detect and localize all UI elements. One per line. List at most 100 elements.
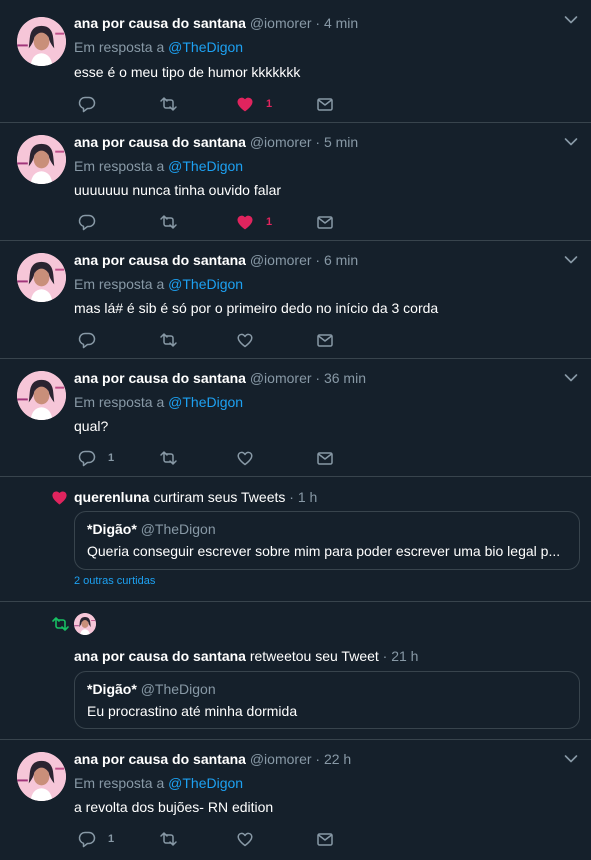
tweet-card[interactable]: ana por causa do santana @iomorer · 4 mi…	[0, 0, 591, 123]
reply-to-link[interactable]: @TheDigon	[168, 394, 243, 410]
retweet-button[interactable]	[158, 449, 178, 467]
reply-button[interactable]: 1	[78, 830, 114, 848]
reply-button[interactable]	[78, 331, 108, 349]
like-button[interactable]: 1	[236, 95, 272, 113]
tweet-time[interactable]: · 36 min	[315, 370, 366, 386]
tweet-time[interactable]: · 22 h	[315, 751, 351, 767]
reply-to-link[interactable]: @TheDigon	[168, 775, 243, 791]
chevron-down-icon[interactable]	[564, 255, 578, 265]
quoted-tweet[interactable]: *Digão* @TheDigon Queria conseguir escre…	[74, 511, 580, 570]
reply-prefix: Em resposta a	[74, 158, 165, 174]
reply-prefix: Em resposta a	[74, 775, 165, 791]
quoted-author-handle: @TheDigon	[140, 681, 216, 697]
author-name[interactable]: ana por causa do santana	[74, 134, 246, 150]
reply-context: Em resposta a @TheDigon	[74, 158, 243, 174]
reply-icon	[78, 450, 96, 467]
message-button[interactable]	[316, 213, 334, 231]
tweet-text: a revolta dos bujões- RN edition	[74, 799, 274, 815]
author-name[interactable]: ana por causa do santana	[74, 751, 246, 767]
reply-context: Em resposta a @TheDigon	[74, 394, 243, 410]
tweet-time[interactable]: · 5 min	[315, 134, 358, 150]
notification-user[interactable]: ana por causa do santana	[74, 648, 246, 664]
author-name[interactable]: ana por causa do santana	[74, 370, 246, 386]
chevron-down-icon[interactable]	[564, 15, 578, 25]
retweet-button[interactable]	[158, 830, 178, 848]
mail-icon	[317, 216, 333, 229]
message-button[interactable]	[316, 331, 334, 349]
tweet-card[interactable]: ana por causa do santana @iomorer · 22 h…	[0, 740, 591, 860]
mail-icon	[317, 452, 333, 465]
quoted-tweet-text: Queria conseguir escrever sobre mim para…	[87, 543, 561, 559]
chevron-down-icon[interactable]	[564, 137, 578, 147]
reply-prefix: Em resposta a	[74, 39, 165, 55]
tweet-card[interactable]: ana por causa do santana @iomorer · 36 m…	[0, 359, 591, 477]
notifications-feed: ana por causa do santana @iomorer · 4 mi…	[0, 0, 591, 860]
author-name[interactable]: ana por causa do santana	[74, 252, 246, 268]
notification-action: retweetou seu Tweet	[249, 648, 379, 664]
avatar[interactable]	[74, 613, 96, 635]
more-likes-link[interactable]: 2 outras curtidas	[74, 575, 155, 587]
tweet-text: qual?	[74, 418, 109, 434]
like-button[interactable]	[236, 331, 266, 349]
tweet-actions: 1	[74, 830, 344, 848]
like-count: 1	[266, 216, 273, 228]
retweet-icon	[160, 215, 177, 229]
reply-to-link[interactable]: @TheDigon	[168, 39, 243, 55]
author-handle[interactable]: @iomorer	[250, 370, 312, 386]
like-button[interactable]	[236, 449, 266, 467]
reply-button[interactable]	[78, 213, 108, 231]
notification-header: ana por causa do santana retweetou seu T…	[74, 648, 418, 664]
author-name[interactable]: ana por causa do santana	[74, 15, 246, 31]
avatar[interactable]	[17, 371, 66, 420]
reply-to-link[interactable]: @TheDigon	[168, 158, 243, 174]
tweet-time[interactable]: · 4 min	[315, 15, 358, 31]
reply-to-link[interactable]: @TheDigon	[168, 276, 243, 292]
author-handle[interactable]: @iomorer	[250, 751, 312, 767]
tweet-actions: 1	[74, 213, 344, 231]
retweet-icon	[160, 451, 177, 465]
avatar[interactable]	[17, 17, 66, 66]
like-count: 1	[266, 98, 273, 110]
retweet-button[interactable]	[158, 331, 178, 349]
retweet-button[interactable]	[158, 213, 178, 231]
tweet-time[interactable]: · 6 min	[315, 252, 358, 268]
retweet-icon	[160, 832, 177, 846]
tweet-text: mas lá# é sib é só por o primeiro dedo n…	[74, 300, 439, 316]
quoted-tweet[interactable]: *Digão* @TheDigon Eu procrastino até min…	[74, 671, 580, 729]
chevron-down-icon[interactable]	[564, 754, 578, 764]
heart-icon	[237, 333, 253, 348]
avatar[interactable]	[17, 253, 66, 302]
quoted-tweet-text: Eu procrastino até minha dormida	[87, 703, 298, 719]
like-button[interactable]: 1	[236, 213, 272, 231]
author-handle[interactable]: @iomorer	[250, 134, 312, 150]
tweet-header: ana por causa do santana @iomorer · 4 mi…	[74, 15, 358, 31]
tweet-card[interactable]: ana por causa do santana @iomorer · 5 mi…	[0, 123, 591, 241]
tweet-card[interactable]: ana por causa do santana @iomorer · 6 mi…	[0, 241, 591, 359]
tweet-actions	[74, 331, 344, 349]
author-handle[interactable]: @iomorer	[250, 252, 312, 268]
message-button[interactable]	[316, 449, 334, 467]
author-handle[interactable]: @iomorer	[250, 15, 312, 31]
like-button[interactable]	[236, 830, 266, 848]
notification-time: · 21 h	[382, 648, 419, 664]
notification-header: querenluna curtiram seus Tweets · 1 h	[74, 489, 317, 505]
message-button[interactable]	[316, 830, 334, 848]
chevron-down-icon[interactable]	[564, 373, 578, 383]
mail-icon	[317, 833, 333, 846]
reply-context: Em resposta a @TheDigon	[74, 775, 243, 791]
reply-prefix: Em resposta a	[74, 276, 165, 292]
retweet-button[interactable]	[158, 95, 178, 113]
avatar[interactable]	[17, 135, 66, 184]
avatar[interactable]	[17, 752, 66, 801]
retweet-icon	[160, 97, 177, 111]
retweet-notification[interactable]: ana por causa do santana retweetou seu T…	[0, 602, 591, 740]
heart-icon	[237, 832, 253, 847]
reply-count: 1	[108, 452, 115, 464]
quoted-author-name: *Digão*	[87, 681, 137, 697]
reply-count: 1	[108, 833, 115, 845]
reply-button[interactable]: 1	[78, 449, 114, 467]
reply-button[interactable]	[78, 95, 108, 113]
like-notification[interactable]: querenluna curtiram seus Tweets · 1 h *D…	[0, 477, 591, 602]
notification-user[interactable]: querenluna	[74, 489, 149, 505]
message-button[interactable]	[316, 95, 334, 113]
